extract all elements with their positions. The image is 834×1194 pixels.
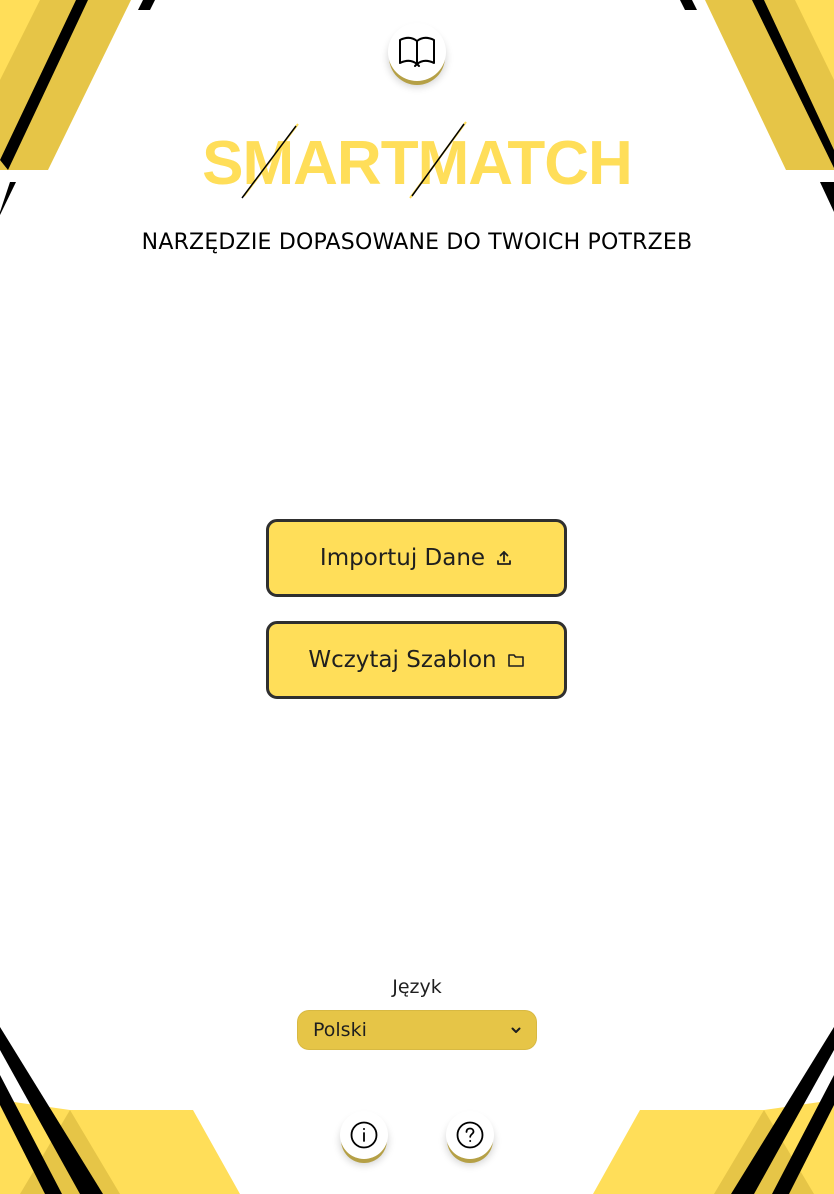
- load-template-label: Wczytaj Szablon: [308, 647, 497, 673]
- info-icon: [349, 1120, 379, 1150]
- folder-icon: [507, 651, 525, 669]
- language-select[interactable]: Polski: [297, 1010, 537, 1050]
- help-button[interactable]: [446, 1111, 494, 1159]
- guide-button[interactable]: [388, 23, 446, 81]
- app-logo: SMARTMATCH: [202, 121, 633, 199]
- info-button[interactable]: [340, 1111, 388, 1159]
- logo-text-match: MATCH: [418, 129, 632, 198]
- language-label: Język: [392, 976, 442, 998]
- chevron-down-icon: [509, 1023, 523, 1037]
- import-data-button[interactable]: Importuj Dane: [266, 519, 567, 597]
- logo-text-smart: SMART: [202, 129, 419, 198]
- load-template-button[interactable]: Wczytaj Szablon: [266, 621, 567, 699]
- import-data-label: Importuj Dane: [319, 545, 486, 571]
- language-selected-value: Polski: [313, 1019, 367, 1041]
- tagline: NARZĘDZIE DOPASOWANE DO TWOICH POTRZEB: [141, 230, 693, 255]
- upload-icon: [495, 549, 513, 567]
- open-book-icon: [397, 33, 437, 71]
- start-screen: SMARTMATCH NARZĘDZIE DOPASOWANE DO TWOIC…: [0, 0, 834, 1194]
- help-icon: [455, 1120, 485, 1150]
